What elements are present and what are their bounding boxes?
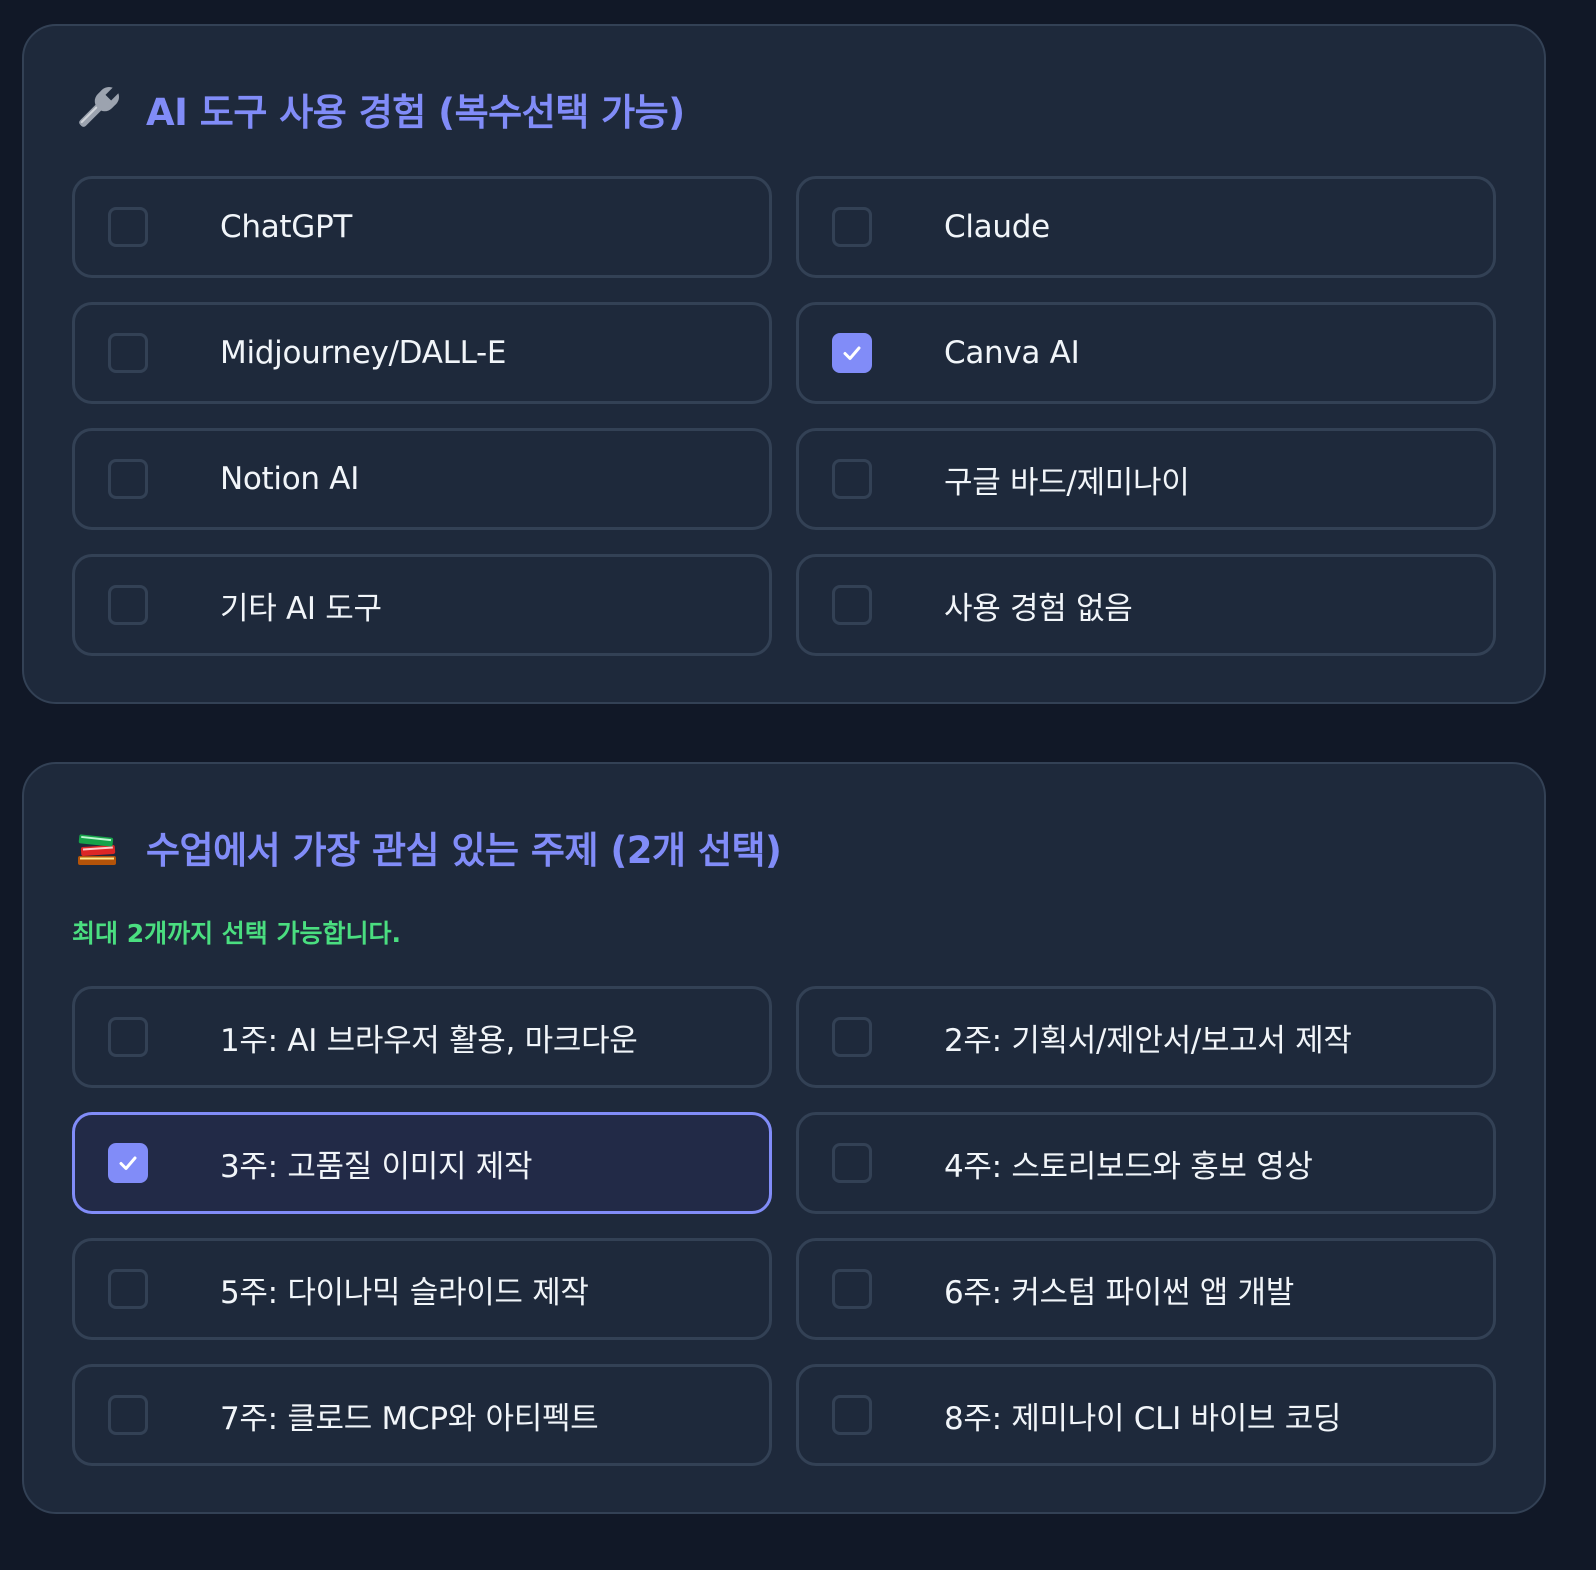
ai-tool-checkbox[interactable] <box>832 207 872 247</box>
topic-option-label: 1주: AI 브라우저 활용, 마크다운 <box>220 1022 638 1059</box>
topic-option[interactable]: 5주: 다이나믹 슬라이드 제작 <box>72 1238 772 1340</box>
topic-option-label: 4주: 스토리보드와 홍보 영상 <box>944 1148 1313 1185</box>
topic-option[interactable]: 1주: AI 브라우저 활용, 마크다운 <box>72 986 772 1088</box>
ai-tool-option-label: ChatGPT <box>220 209 352 245</box>
ai-tool-option[interactable]: Canva AI <box>796 302 1496 404</box>
ai-tool-option-label: Midjourney/DALL-E <box>220 335 507 371</box>
topic-checkbox[interactable] <box>832 1017 872 1057</box>
ai-tool-option-label: Claude <box>944 209 1050 245</box>
check-icon <box>843 346 861 360</box>
topics-options: 1주: AI 브라우저 활용, 마크다운 2주: 기획서/제안서/보고서 제작 3주… <box>72 986 1496 1466</box>
topic-checkbox[interactable] <box>108 1395 148 1435</box>
ai-tool-checkbox[interactable] <box>108 459 148 499</box>
topics-card: 수업에서 가장 관심 있는 주제 (2개 선택) 최대 2개까지 선택 가능합니… <box>22 762 1546 1514</box>
topic-option-label: 2주: 기획서/제안서/보고서 제작 <box>944 1022 1352 1059</box>
selection-limit-hint: 최대 2개까지 선택 가능합니다. <box>72 919 402 948</box>
ai-tool-option-label: Notion AI <box>220 461 360 497</box>
topic-checkbox[interactable] <box>108 1269 148 1309</box>
topic-checkbox[interactable] <box>108 1017 148 1057</box>
ai-tools-title-text: AI 도구 사용 경험 (복수선택 가능) <box>146 91 685 134</box>
ai-tool-option-label: 구글 바드/제미나이 <box>944 464 1190 501</box>
ai-tool-option-label: Canva AI <box>944 335 1080 371</box>
topic-checkbox[interactable] <box>832 1143 872 1183</box>
ai-tool-option[interactable]: Notion AI <box>72 428 772 530</box>
ai-tools-options: ChatGPT Claude Midjourney/DALL-E Canva AI No… <box>72 176 1496 656</box>
topic-checkbox[interactable] <box>108 1143 148 1183</box>
ai-tool-checkbox[interactable] <box>832 333 872 373</box>
topic-option[interactable]: 4주: 스토리보드와 홍보 영상 <box>796 1112 1496 1214</box>
ai-tool-option[interactable]: 구글 바드/제미나이 <box>796 428 1496 530</box>
topic-option[interactable]: 3주: 고품질 이미지 제작 <box>72 1112 772 1214</box>
ai-tool-checkbox[interactable] <box>108 207 148 247</box>
ai-tools-title: AI 도구 사용 경험 (복수선택 가능) <box>72 82 685 136</box>
wrench-icon <box>72 84 122 134</box>
ai-tool-checkbox[interactable] <box>832 459 872 499</box>
ai-tool-option-label: 사용 경험 없음 <box>944 590 1133 627</box>
ai-tool-option[interactable]: Claude <box>796 176 1496 278</box>
topic-option-label: 8주: 제미나이 CLI 바이브 코딩 <box>944 1400 1342 1437</box>
ai-tool-checkbox[interactable] <box>108 333 148 373</box>
check-icon <box>119 1156 137 1170</box>
ai-tools-card: AI 도구 사용 경험 (복수선택 가능) ChatGPT Claude Midjo… <box>22 24 1546 704</box>
topic-checkbox[interactable] <box>832 1269 872 1309</box>
topic-option-label: 5주: 다이나믹 슬라이드 제작 <box>220 1274 589 1311</box>
ai-tool-checkbox[interactable] <box>832 585 872 625</box>
books-icon <box>72 822 122 872</box>
topics-title-text: 수업에서 가장 관심 있는 주제 (2개 선택) <box>146 829 782 872</box>
ai-tool-option[interactable]: 사용 경험 없음 <box>796 554 1496 656</box>
ai-tool-option-label: 기타 AI 도구 <box>220 590 382 627</box>
topic-option-label: 3주: 고품질 이미지 제작 <box>220 1148 533 1185</box>
ai-tool-checkbox[interactable] <box>108 585 148 625</box>
topic-option[interactable]: 6주: 커스텀 파이썬 앱 개발 <box>796 1238 1496 1340</box>
ai-tool-option[interactable]: 기타 AI 도구 <box>72 554 772 656</box>
ai-tool-option[interactable]: Midjourney/DALL-E <box>72 302 772 404</box>
topic-option[interactable]: 7주: 클로드 MCP와 아티펙트 <box>72 1364 772 1466</box>
ai-tool-option[interactable]: ChatGPT <box>72 176 772 278</box>
topic-option[interactable]: 8주: 제미나이 CLI 바이브 코딩 <box>796 1364 1496 1466</box>
topics-title: 수업에서 가장 관심 있는 주제 (2개 선택) <box>72 820 782 874</box>
topic-option-label: 6주: 커스텀 파이썬 앱 개발 <box>944 1274 1294 1311</box>
topic-option[interactable]: 2주: 기획서/제안서/보고서 제작 <box>796 986 1496 1088</box>
topic-checkbox[interactable] <box>832 1395 872 1435</box>
topic-option-label: 7주: 클로드 MCP와 아티펙트 <box>220 1400 599 1437</box>
